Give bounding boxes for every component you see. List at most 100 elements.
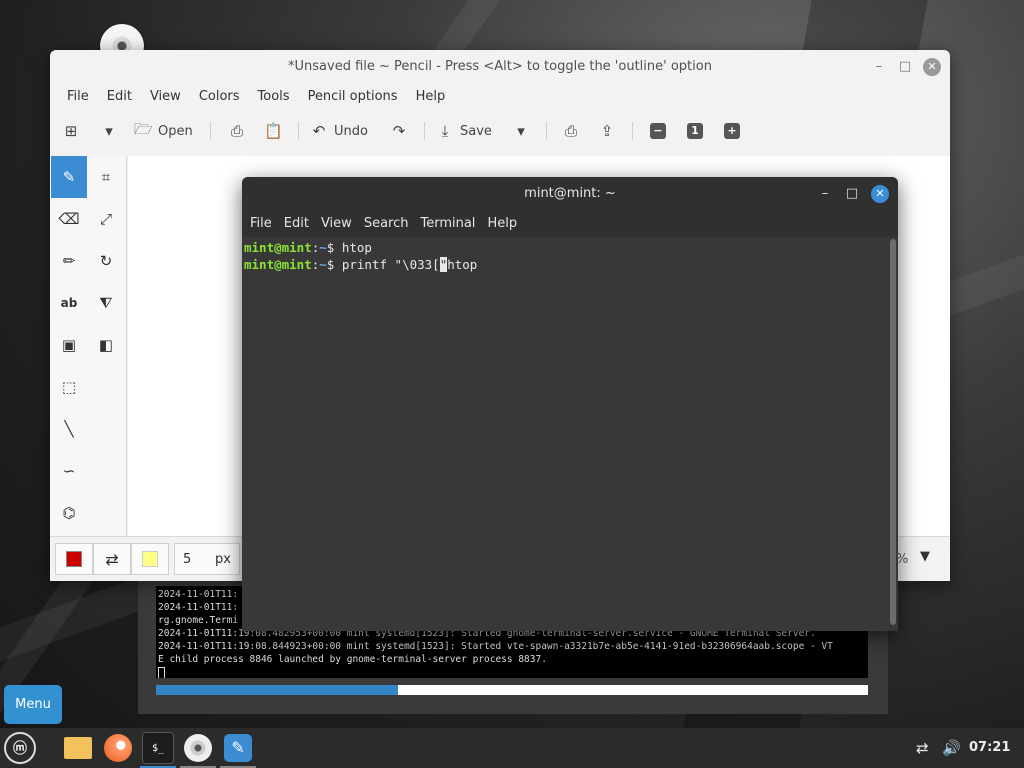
terminal-menu-file[interactable]: File: [244, 211, 278, 237]
share-icon: ⇪: [600, 122, 614, 140]
log-line: E child process 8846 launched by gnome-t…: [158, 654, 547, 665]
line-icon: ╲: [64, 420, 74, 438]
selection-tool-button[interactable]: ⬚: [51, 366, 87, 408]
menu-pencil-options[interactable]: Pencil options: [299, 84, 407, 110]
terminal-menu-terminal[interactable]: Terminal: [414, 211, 481, 237]
terminal-menu-search[interactable]: Search: [358, 211, 415, 237]
terminal-launcher[interactable]: $_: [142, 732, 174, 764]
folder-icon: 🗁: [134, 119, 153, 138]
tools-panel: ✎ ⌗ ⌫ ⤢ ✏ ↻ ab ⧨ ▣ ◧ ⬚ ╲ ∽ ⌬: [50, 156, 127, 536]
terminal-menu-view[interactable]: View: [315, 211, 358, 237]
exchange-colors-button[interactable]: ⇄: [93, 543, 131, 575]
import-button[interactable]: ⎙: [228, 114, 246, 148]
secondary-color-swatch: [142, 551, 158, 567]
curve-icon: ∽: [62, 462, 76, 480]
log-line: 2024-11-01T11:19:08.844923+00:00 mint sy…: [158, 641, 833, 652]
terminal-menu-edit[interactable]: Edit: [278, 211, 315, 237]
rectangle-tool-button[interactable]: ▣: [51, 324, 87, 366]
highlighter-tool-button[interactable]: ✏: [51, 240, 87, 282]
pencil-launcher[interactable]: ✎: [222, 732, 254, 764]
zoom-dropdown-icon[interactable]: ▼: [920, 549, 930, 564]
paste-button[interactable]: 📋: [264, 114, 283, 148]
menu-tools[interactable]: Tools: [249, 84, 299, 110]
terminal-line: mint@mint:~$ htop: [244, 240, 372, 255]
filters-icon: ◧: [98, 336, 114, 354]
menu-help[interactable]: Help: [407, 84, 455, 110]
save-label: Save: [460, 123, 492, 139]
close-icon[interactable]: ✕: [923, 58, 941, 76]
pencil-icon: ✎: [62, 168, 76, 186]
swap-icon: ⇄: [105, 549, 119, 569]
free-shape-tool-button[interactable]: ⌬: [51, 492, 87, 534]
log-cursor: [158, 667, 165, 678]
firefox-launcher[interactable]: [102, 732, 134, 764]
minimize-icon[interactable]: –: [870, 58, 888, 76]
selection-icon: ⬚: [61, 378, 77, 396]
curve-tool-button[interactable]: ∽: [51, 450, 87, 492]
files-launcher[interactable]: [62, 732, 94, 764]
redo-button[interactable]: ↷: [390, 114, 408, 148]
pencil-tool-button[interactable]: ✎: [51, 156, 87, 198]
undo-button[interactable]: ↶ Undo: [310, 114, 368, 148]
main-color-button[interactable]: [55, 543, 93, 575]
clipboard-icon: 📋: [264, 122, 283, 140]
secondary-color-button[interactable]: [131, 543, 169, 575]
mint-logo-icon[interactable]: ⓜ: [4, 732, 36, 764]
terminal-maximize-icon[interactable]: □: [843, 185, 861, 203]
volume-icon[interactable]: 🔊: [942, 728, 961, 768]
scale-tool-button[interactable]: ⤢: [88, 198, 124, 240]
printer-icon: ⎙: [564, 122, 577, 140]
undo-icon: ↶: [312, 122, 326, 140]
crop-tool-button[interactable]: ⌗: [88, 156, 124, 198]
window-title: *Unsaved file ~ Pencil - Press <Alt> to …: [288, 59, 712, 74]
clock[interactable]: 07:21: [969, 728, 1010, 768]
download-icon: ⤓: [441, 122, 449, 140]
menu-view[interactable]: View: [141, 84, 190, 110]
new-dropdown-button[interactable]: ▾: [100, 114, 118, 148]
zoom-reset-button[interactable]: 1: [687, 114, 703, 148]
new-button[interactable]: ⊞: [62, 114, 80, 148]
redo-icon: ↷: [392, 122, 406, 140]
line-tool-button[interactable]: ╲: [51, 408, 87, 450]
zoom-out-button[interactable]: −: [650, 114, 666, 148]
taskbar: ⓜ $_ ✎ ⇄ 🔊 07:21: [0, 728, 1024, 768]
terminal-icon: $_: [151, 742, 165, 754]
terminal-scrollbar[interactable]: [890, 239, 896, 625]
print-button[interactable]: ⎙: [562, 114, 580, 148]
undo-label: Undo: [334, 123, 368, 139]
size-unit: px: [215, 551, 231, 567]
disc-launcher[interactable]: [182, 732, 214, 764]
main-color-swatch: [66, 551, 82, 567]
terminal-close-icon[interactable]: ✕: [871, 185, 889, 203]
free-shape-icon: ⌬: [62, 504, 76, 522]
rotate-tool-button[interactable]: ↻: [88, 240, 124, 282]
crop-icon: ⌗: [101, 168, 111, 186]
open-button[interactable]: 🗁 Open: [134, 114, 193, 148]
save-dropdown-button[interactable]: ▾: [512, 114, 530, 148]
menu-colors[interactable]: Colors: [190, 84, 249, 110]
network-icon[interactable]: ⇄: [916, 728, 929, 768]
menu-button[interactable]: Menu: [4, 685, 62, 724]
save-button[interactable]: ⤓ Save: [436, 114, 492, 148]
terminal-minimize-icon[interactable]: –: [816, 185, 834, 203]
chevron-down-icon: ▾: [517, 122, 525, 140]
maximize-icon[interactable]: □: [896, 58, 914, 76]
terminal-menu-help[interactable]: Help: [481, 211, 523, 237]
text-tool-button[interactable]: ab: [51, 282, 87, 324]
terminal-title: mint@mint: ~: [242, 177, 898, 211]
filters-tool-button[interactable]: ◧: [88, 324, 124, 366]
one-icon: 1: [687, 123, 703, 139]
export-button[interactable]: ⇪: [598, 114, 616, 148]
size-spinbutton[interactable]: 5 px: [174, 543, 240, 575]
menu-file[interactable]: File: [58, 84, 98, 110]
folder-icon: [64, 737, 92, 759]
highlighter-icon: ✏: [62, 252, 76, 270]
disc-icon: [184, 734, 212, 762]
zoom-in-button[interactable]: +: [724, 114, 740, 148]
menu-edit[interactable]: Edit: [98, 84, 141, 110]
terminal-output[interactable]: mint@mint:~$ htop mint@mint:~$ printf "\…: [242, 237, 888, 631]
rectangle-icon: ▣: [61, 336, 77, 354]
skew-tool-button[interactable]: ⧨: [88, 282, 124, 324]
eraser-tool-button[interactable]: ⌫: [51, 198, 87, 240]
terminal-menu-bar: File Edit View Search Terminal Help: [242, 211, 898, 237]
